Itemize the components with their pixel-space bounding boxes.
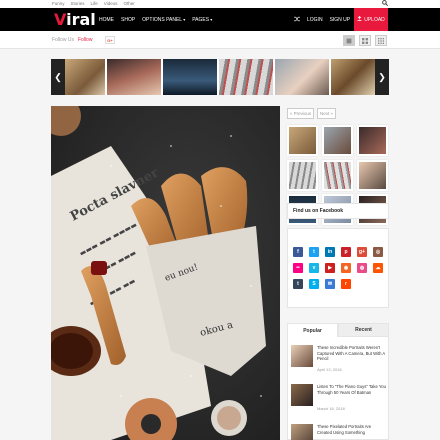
site-logo[interactable]: Viral	[54, 11, 96, 28]
next-post-button[interactable]: Next »	[317, 108, 336, 119]
youtube-icon[interactable]: ▶	[325, 263, 335, 273]
main-menu: HOME SHOP OPTIONS PANEL PAGES	[99, 8, 212, 31]
list-item[interactable]: Listen To "The Piano Guys" Take You Thro…	[291, 384, 387, 414]
menu-pages-label: PAGES	[192, 16, 210, 23]
compact-view-button[interactable]	[375, 35, 387, 46]
follow-link[interactable]: Follow	[78, 31, 92, 49]
carousel-prev-arrow[interactable]: ❮	[51, 59, 65, 95]
account-links: LOGIN SIGN UP	[294, 8, 350, 31]
dribbble-icon[interactable]: ◍	[357, 263, 367, 273]
previous-post-button[interactable]: « Previous	[287, 108, 314, 119]
top-link-life[interactable]: Life	[91, 0, 98, 8]
related-post-thumb[interactable]	[357, 160, 388, 191]
carousel-thumb[interactable]	[65, 59, 105, 95]
related-post-thumb[interactable]	[322, 125, 353, 156]
skype-icon[interactable]: S	[309, 279, 319, 289]
reddit-icon[interactable]: r	[341, 279, 351, 289]
post-date: April 13, 2016	[317, 367, 342, 372]
post-thumbnail	[291, 424, 313, 440]
list-item[interactable]: These Pixelated Portraits Are Created Us…	[291, 424, 387, 440]
top-link-funny[interactable]: Funny	[52, 0, 65, 8]
post-date: March 16, 2016	[317, 406, 345, 411]
post-thumbnail	[291, 345, 313, 367]
list-view-icon	[346, 38, 352, 43]
shuffle-icon[interactable]	[294, 16, 300, 24]
top-link-stories[interactable]: Stories	[71, 0, 85, 8]
carousel-thumb[interactable]	[275, 59, 329, 95]
menu-home[interactable]: HOME	[99, 17, 114, 23]
top-link-other[interactable]: Other	[123, 0, 134, 8]
logo-accent-letter: V	[54, 10, 67, 29]
posts-tabs: Popular Recent	[287, 323, 389, 337]
facebook-widget-header: Find us on Facebook	[287, 203, 389, 219]
carousel-thumb[interactable]	[219, 59, 273, 95]
google-plus-follow-button[interactable]: G+	[105, 36, 115, 44]
post-title[interactable]: These Pixelated Portraits Are Created Us…	[317, 424, 387, 435]
tab-recent[interactable]: Recent	[338, 323, 389, 337]
soundcloud-icon[interactable]: ☁	[373, 263, 383, 273]
logo-text: iral	[66, 10, 96, 29]
upload-button[interactable]: UPLOAD	[354, 8, 388, 31]
social-icons-grid: f t in p g+ ◎ •• v ▶ ◉ ◍ ☁ t S ✉ r	[293, 247, 383, 289]
facebook-icon[interactable]: f	[293, 247, 303, 257]
upload-label: UPLOAD	[364, 16, 385, 23]
featured-post-image[interactable]: Pocta slavner ▬▬▬ ▬▬ ▬▬▬▬ ▬▬ ▬▬▬ ▬▬▬ ▬▬▬…	[51, 106, 280, 440]
featured-carousel: ❮ ❯	[51, 59, 389, 95]
menu-options-panel-label: OPTIONS PANEL	[142, 16, 183, 23]
grid-view-button[interactable]	[359, 35, 371, 46]
churros-photo: Pocta slavner ▬▬▬ ▬▬ ▬▬▬▬ ▬▬ ▬▬▬ ▬▬▬ ▬▬▬…	[51, 106, 280, 440]
login-link[interactable]: LOGIN	[307, 17, 323, 23]
post-title[interactable]: These Incredible Portraits Weren't Captu…	[317, 345, 387, 362]
grid-view-icon	[362, 37, 368, 44]
post-title[interactable]: Listen To "The Piano Guys" Take You Thro…	[317, 384, 387, 395]
menu-pages[interactable]: PAGES	[192, 17, 212, 23]
menu-options-panel[interactable]: OPTIONS PANEL	[142, 17, 185, 23]
rss-icon[interactable]: ◉	[341, 263, 351, 273]
follow-bar: Follow Us Follow G+	[0, 31, 440, 49]
tab-popular[interactable]: Popular	[287, 323, 338, 337]
related-post-thumb[interactable]	[357, 125, 388, 156]
carousel-thumb[interactable]	[331, 59, 375, 95]
menu-shop[interactable]: SHOP	[121, 17, 135, 23]
flickr-icon[interactable]: ••	[293, 263, 303, 273]
compact-view-icon	[378, 37, 384, 44]
twitter-icon[interactable]: t	[309, 247, 319, 257]
instagram-icon[interactable]: ◎	[373, 247, 383, 257]
top-bar: Funny Stories Life Videos Other	[0, 0, 440, 8]
linkedin-icon[interactable]: in	[325, 247, 335, 257]
facebook-widget-title: Find us on Facebook	[293, 208, 344, 214]
tumblr-icon[interactable]: t	[293, 279, 303, 289]
top-links: Funny Stories Life Videos Other	[52, 0, 135, 8]
follow-us-label: Follow Us	[52, 37, 74, 43]
vimeo-icon[interactable]: v	[309, 263, 319, 273]
post-thumbnail	[291, 384, 313, 406]
related-post-thumb[interactable]	[322, 160, 353, 191]
upload-icon	[357, 15, 362, 23]
carousel-thumb[interactable]	[163, 59, 217, 95]
carousel-thumb[interactable]	[107, 59, 161, 95]
google-plus-icon[interactable]: g+	[357, 247, 367, 257]
list-item[interactable]: These Incredible Portraits Weren't Captu…	[291, 345, 387, 375]
email-icon[interactable]: ✉	[325, 279, 335, 289]
signup-link[interactable]: SIGN UP	[330, 17, 351, 23]
related-post-thumb[interactable]	[287, 125, 318, 156]
related-post-thumb[interactable]	[287, 160, 318, 191]
top-link-videos[interactable]: Videos	[104, 0, 118, 8]
list-view-button[interactable]	[343, 35, 355, 46]
pinterest-icon[interactable]: p	[341, 247, 351, 257]
carousel-next-arrow[interactable]: ❯	[375, 59, 389, 95]
